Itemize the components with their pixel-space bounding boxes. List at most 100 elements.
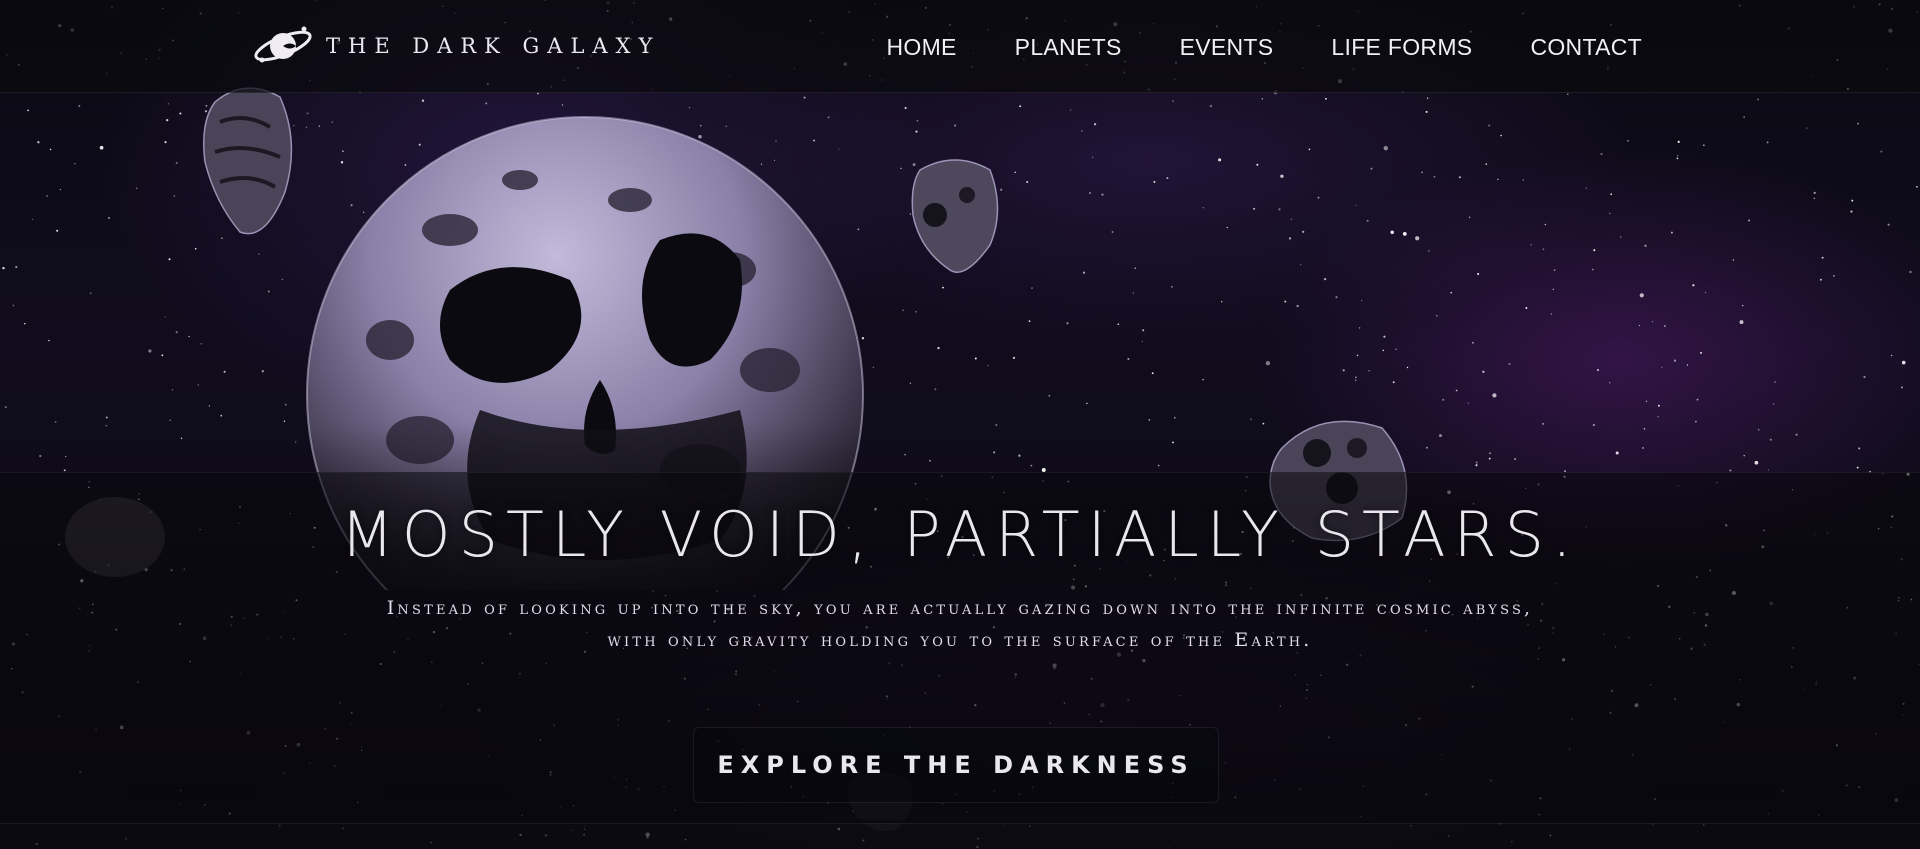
star [1676, 154, 1679, 157]
star [1550, 313, 1552, 315]
explore-button[interactable]: EXPLORE THE DARKNESS [693, 727, 1219, 803]
nav-contact[interactable]: CONTACT [1530, 34, 1642, 61]
star [1425, 110, 1428, 113]
star [1591, 268, 1594, 271]
star [1111, 231, 1114, 233]
star [1323, 277, 1327, 281]
star [1850, 210, 1853, 213]
star [1696, 398, 1699, 401]
star [904, 454, 906, 456]
star [1638, 324, 1641, 327]
star [167, 102, 170, 105]
star [1218, 158, 1222, 162]
star [1355, 204, 1357, 207]
star [1880, 150, 1883, 153]
star [164, 316, 166, 318]
star [59, 188, 61, 191]
star [220, 414, 223, 417]
star [1489, 452, 1491, 454]
star [169, 419, 171, 421]
star [1358, 327, 1361, 329]
star [1774, 381, 1776, 383]
star [1014, 171, 1016, 173]
bottom-strip [0, 820, 1920, 849]
star [27, 109, 29, 112]
star [1766, 141, 1769, 144]
star [171, 389, 174, 391]
star [1221, 301, 1223, 303]
star [1442, 398, 1445, 401]
nav-planets[interactable]: PLANETS [1015, 34, 1122, 61]
star [1261, 98, 1263, 100]
star [1018, 454, 1021, 457]
star [916, 119, 919, 122]
nav-life-forms[interactable]: LIFE FORMS [1331, 34, 1472, 61]
star [1265, 361, 1271, 366]
star [223, 370, 226, 373]
star [1795, 433, 1798, 436]
star [15, 265, 18, 269]
star [37, 141, 40, 144]
star [1086, 402, 1088, 405]
star [164, 141, 167, 144]
star [1686, 364, 1689, 366]
star [1585, 187, 1587, 189]
logo[interactable]: THE DARK GALAXY [252, 22, 660, 70]
star [1769, 438, 1772, 441]
star [1673, 359, 1677, 362]
star [421, 99, 425, 102]
star [1488, 124, 1491, 127]
star [1597, 369, 1599, 371]
star [1132, 292, 1134, 294]
star [915, 311, 917, 313]
star [1542, 423, 1544, 425]
star [1450, 291, 1453, 294]
star [48, 339, 50, 342]
star [1664, 325, 1666, 327]
star [1642, 447, 1644, 449]
star [1676, 157, 1679, 160]
page-background: THE DARK GALAXY HOME PLANETS EVENTS LIFE… [0, 0, 1920, 849]
star [485, 102, 488, 105]
star [1370, 167, 1373, 170]
star [39, 454, 42, 458]
star [1743, 116, 1745, 118]
star [1031, 287, 1033, 289]
star [1390, 230, 1394, 235]
star [1148, 419, 1151, 421]
star [65, 455, 67, 458]
star [284, 403, 287, 406]
star [902, 309, 904, 311]
star [561, 104, 564, 106]
star [135, 187, 138, 190]
star [1609, 381, 1611, 384]
star [1542, 248, 1545, 250]
asteroid-image [911, 159, 999, 273]
star [904, 106, 907, 110]
star [1467, 402, 1470, 404]
star [1082, 271, 1086, 274]
star [1383, 146, 1388, 151]
star [1300, 264, 1302, 266]
star [197, 384, 199, 386]
star [1608, 212, 1611, 215]
star [12, 304, 15, 307]
nav-home[interactable]: HOME [886, 34, 956, 61]
star [1356, 354, 1359, 357]
star [1813, 197, 1816, 200]
star [1117, 323, 1120, 326]
star [993, 451, 996, 454]
star [1288, 237, 1292, 240]
star [49, 148, 52, 151]
star [1173, 416, 1176, 419]
star [1383, 335, 1386, 338]
star [1475, 461, 1478, 464]
star [1284, 300, 1287, 303]
star [200, 342, 203, 345]
nav-events[interactable]: EVENTS [1180, 34, 1274, 61]
star [1101, 193, 1104, 196]
star [1226, 226, 1228, 229]
star [1382, 349, 1385, 352]
star [1153, 180, 1156, 183]
star [148, 349, 152, 353]
